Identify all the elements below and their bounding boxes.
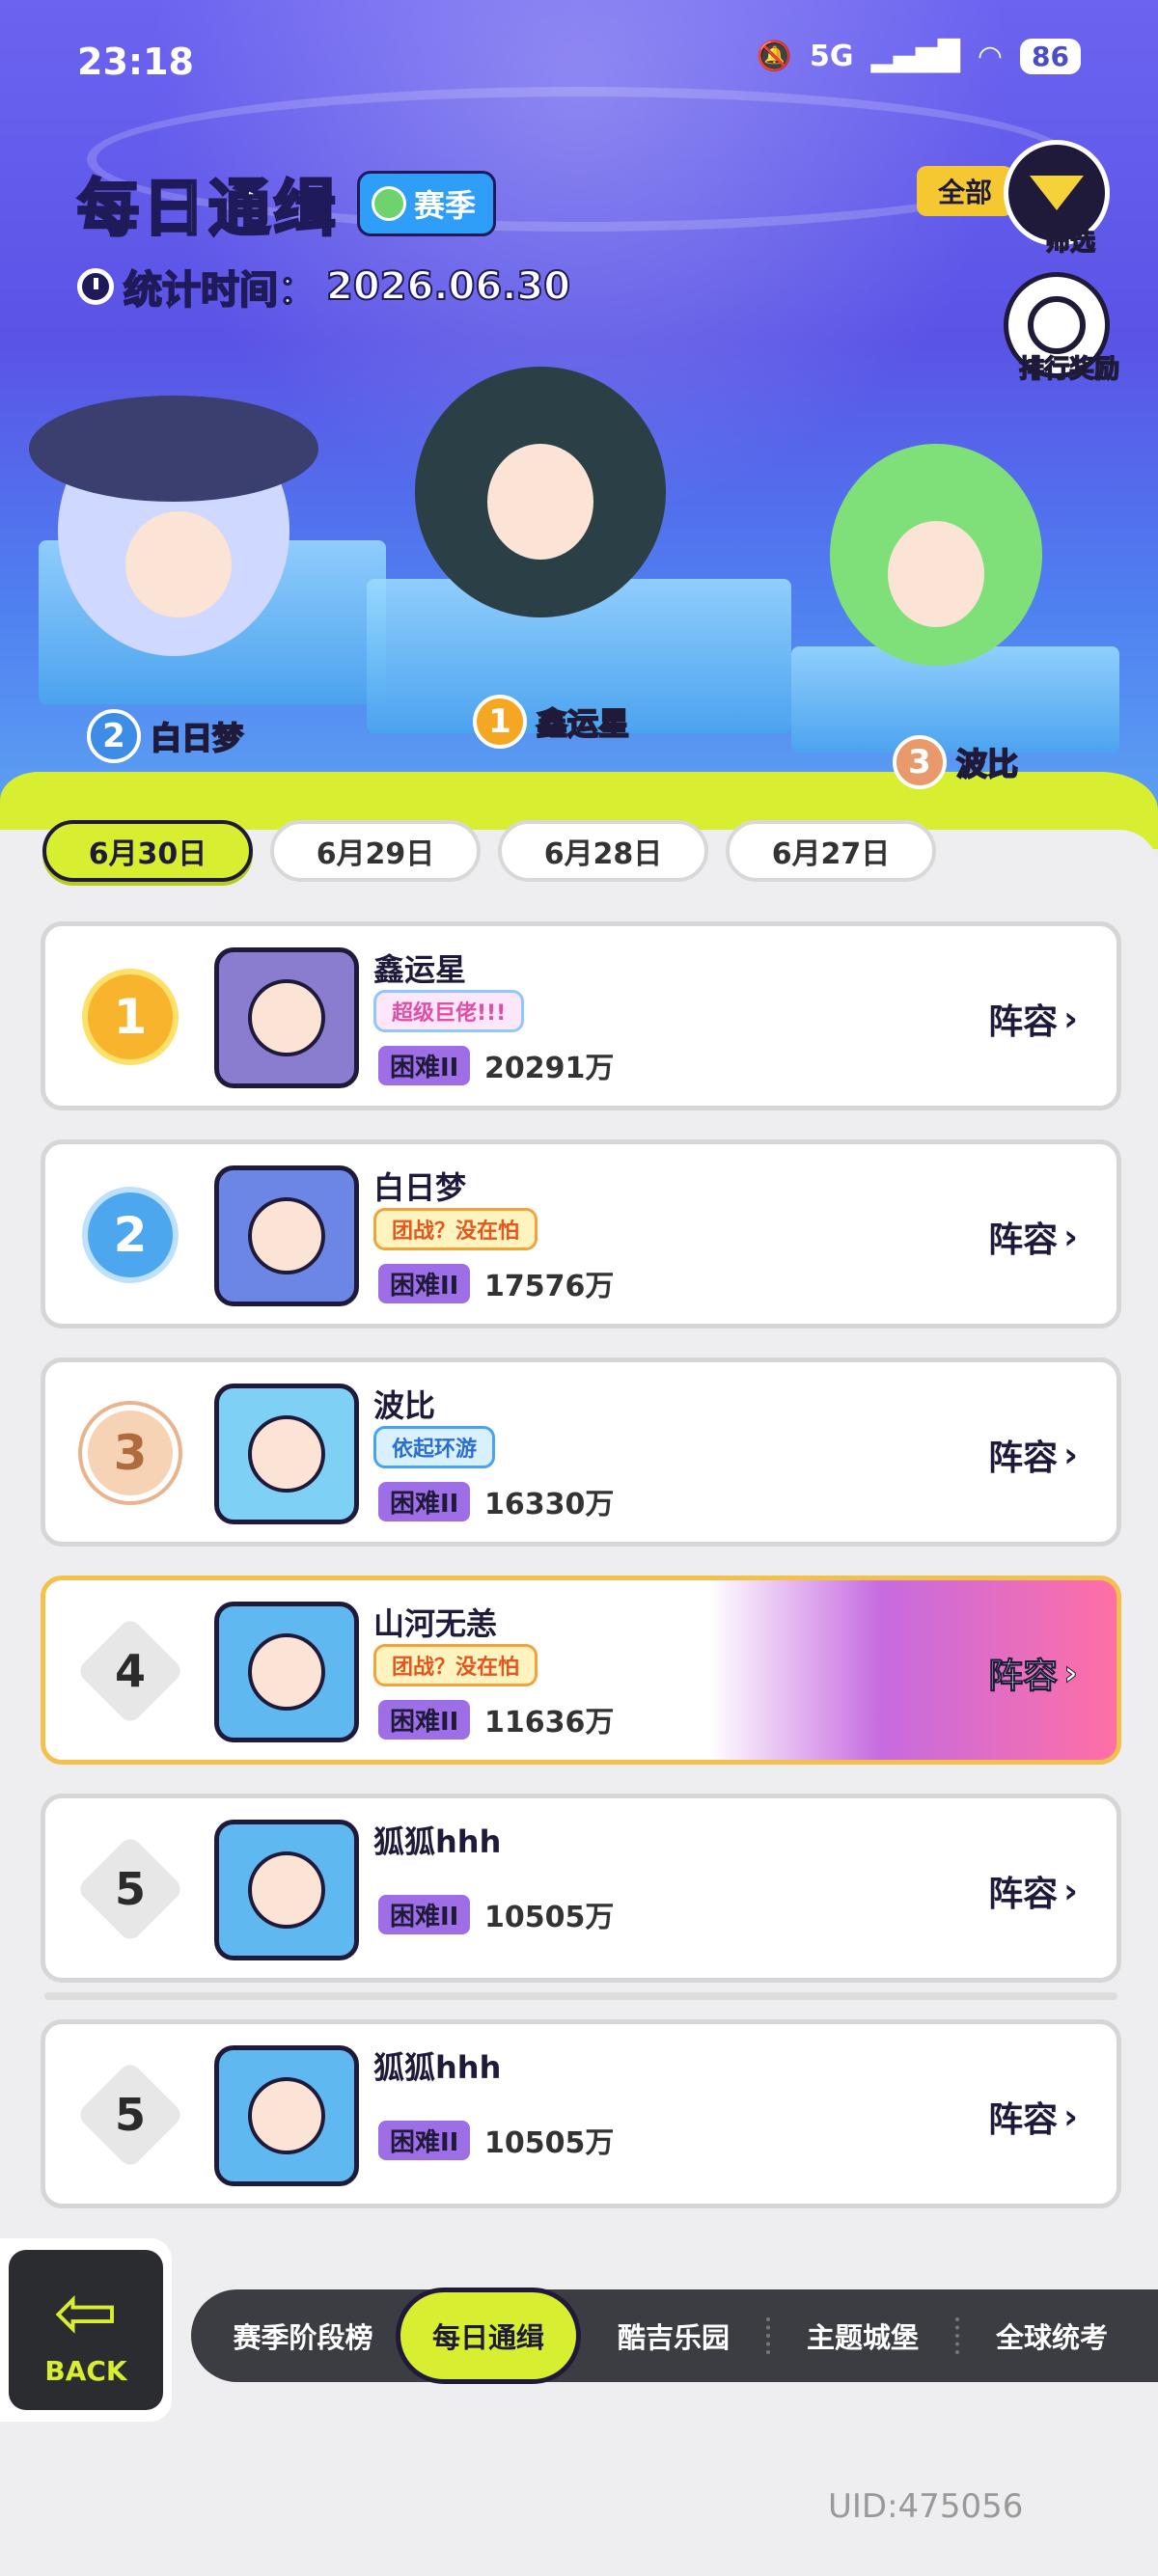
- podium-name-3: 3 波比: [893, 735, 1019, 789]
- rank-3-icon: 3: [893, 735, 947, 789]
- chevron-right-icon: ›: [1063, 1435, 1078, 1475]
- status-time: 23:18: [77, 41, 194, 83]
- mute-icon: 🔕: [756, 40, 793, 73]
- chevron-right-icon: ›: [1063, 1871, 1078, 1911]
- score-value: 10505万: [484, 2126, 615, 2160]
- user-id: UID:475056: [828, 2487, 1024, 2526]
- player-name: 鑫运星: [373, 951, 467, 988]
- rank-badge: 2: [82, 1187, 179, 1283]
- rank-badge: 1: [82, 969, 179, 1065]
- reward-icon: [1028, 296, 1086, 354]
- lineup-button[interactable]: 阵容 ›: [988, 2092, 1078, 2142]
- season-tag[interactable]: 赛季: [357, 171, 497, 236]
- bottom-nav: 赛季阶段榜 每日通缉 酷吉乐园 主题城堡 全球统考: [191, 2288, 1158, 2384]
- podium-name-1: 1 鑫运星: [473, 695, 630, 749]
- lineup-button[interactable]: 阵容 ›: [988, 1866, 1078, 1916]
- player-title-tag: 依起环游: [373, 1426, 496, 1468]
- chevron-right-icon: ›: [1063, 1217, 1078, 1257]
- podium-name-2: 2 白日梦: [87, 709, 244, 763]
- wifi-icon: ◠: [977, 40, 1004, 73]
- lineup-button[interactable]: 阵容 ›: [988, 1430, 1078, 1480]
- date-tab-2[interactable]: 6月28日: [498, 820, 708, 882]
- podium-character-1[interactable]: [415, 367, 666, 617]
- score-value: 10505万: [484, 1901, 615, 1934]
- difficulty-badge: 困难II: [378, 2121, 471, 2160]
- avatar[interactable]: [214, 1602, 359, 1742]
- nav-tab-daily-wanted[interactable]: 每日通缉: [396, 2288, 581, 2384]
- avatar[interactable]: [214, 1165, 359, 1306]
- score-value: 20291万: [484, 1052, 615, 1085]
- date-tabs: 6月30日 6月29日 6月28日 6月27日: [42, 820, 936, 882]
- nav-tab-season-stage[interactable]: 赛季阶段榜: [210, 2316, 396, 2356]
- filter-label: 筛选: [1044, 227, 1096, 258]
- avatar[interactable]: [214, 947, 359, 1088]
- chevron-right-icon: ›: [1063, 1653, 1079, 1693]
- rank-2-icon: 2: [87, 709, 141, 763]
- nav-tab-global-exam[interactable]: 全球统考: [959, 2316, 1144, 2356]
- date-tab-1[interactable]: 6月29日: [270, 820, 481, 882]
- back-arrow-icon: ⇦: [53, 2266, 119, 2357]
- funnel-icon: [1030, 176, 1084, 210]
- player-name: 波比: [373, 1387, 436, 1424]
- stat-time: 统计时间： 2026.06.30: [77, 259, 571, 315]
- back-button[interactable]: ⇦ BACK: [0, 2238, 172, 2422]
- filter-all-label[interactable]: 全部: [916, 166, 1013, 216]
- clock-icon: [77, 268, 114, 305]
- ranking-reward-label: 排行奖励: [1018, 354, 1120, 385]
- date-tab-0[interactable]: 6月30日: [42, 820, 253, 882]
- podium-character-2[interactable]: [29, 396, 318, 656]
- page-header: 每日通缉 赛季: [76, 159, 497, 248]
- ranking-list: 1 鑫运星 超级巨佬!!! 困难II 20291万 阵容 › 2 白日梦 团战？没…: [41, 921, 1121, 2237]
- network-label: 5G: [810, 40, 854, 73]
- date-tab-3[interactable]: 6月27日: [726, 820, 936, 882]
- rank-1-icon: 1: [473, 695, 527, 749]
- ranking-row[interactable]: 2 白日梦 团战？没在怕 困难II 17576万 阵容 ›: [41, 1139, 1121, 1329]
- ranking-row-self[interactable]: 4 山河无恙 团战？没在怕 困难II 11636万 阵容 ›: [41, 1576, 1121, 1765]
- difficulty-badge: 困难II: [378, 1046, 471, 1085]
- lineup-button[interactable]: 阵容 ›: [988, 994, 1078, 1044]
- rank-badge: 4: [75, 1616, 185, 1726]
- list-divider: [44, 1992, 1117, 2000]
- rank-badge: 5: [75, 2060, 185, 2170]
- player-name: 狐狐hhh: [373, 2049, 502, 2086]
- page-title: 每日通缉: [76, 173, 340, 247]
- lineup-button[interactable]: 阵容 ›: [988, 1648, 1079, 1698]
- signal-icon: ▂▄▆█: [870, 40, 960, 73]
- ranking-row-pinned[interactable]: 5 狐狐hhh 困难II 10505万 阵容 ›: [41, 2019, 1121, 2208]
- player-title-tag: 团战？没在怕: [373, 1208, 538, 1250]
- difficulty-badge: 困难II: [378, 1895, 471, 1934]
- rank-badge: 5: [75, 1834, 185, 1944]
- rank-badge: 3: [82, 1405, 179, 1501]
- status-bar: 23:18 🔕 5G ▂▄▆█ ◠ 86: [0, 0, 1158, 125]
- chevron-right-icon: ›: [1063, 999, 1078, 1039]
- score-value: 16330万: [484, 1488, 615, 1521]
- lineup-button[interactable]: 阵容 ›: [988, 1212, 1078, 1262]
- ranking-row[interactable]: 1 鑫运星 超级巨佬!!! 困难II 20291万 阵容 ›: [41, 921, 1121, 1110]
- player-name: 狐狐hhh: [373, 1823, 502, 1860]
- difficulty-badge: 困难II: [378, 1700, 471, 1740]
- score-value: 11636万: [484, 1706, 615, 1740]
- difficulty-badge: 困难II: [378, 1482, 471, 1521]
- battery-indicator: 86: [1020, 39, 1081, 74]
- score-value: 17576万: [484, 1270, 615, 1303]
- podium-character-3[interactable]: [830, 444, 1042, 666]
- hero-banner: 2 白日梦 1 鑫运星 3 波比: [0, 0, 1158, 849]
- avatar[interactable]: [214, 1820, 359, 1960]
- globe-icon: [372, 186, 406, 221]
- ranking-row[interactable]: 3 波比 依起环游 困难II 16330万 阵容 ›: [41, 1357, 1121, 1547]
- chevron-right-icon: ›: [1063, 2096, 1078, 2137]
- nav-tab-theme-castle[interactable]: 主题城堡: [770, 2316, 955, 2356]
- player-title-tag: 团战？没在怕: [373, 1644, 538, 1686]
- ranking-row[interactable]: 5 狐狐hhh 困难II 10505万 阵容 ›: [41, 1794, 1121, 1983]
- player-title-tag: 超级巨佬!!!: [373, 990, 525, 1032]
- status-icons: 🔕 5G ▂▄▆█ ◠ 86: [757, 39, 1081, 74]
- nav-tab-kuji-park[interactable]: 酷吉乐园: [581, 2316, 766, 2356]
- player-name: 白日梦: [373, 1169, 467, 1206]
- avatar[interactable]: [214, 2045, 359, 2186]
- difficulty-badge: 困难II: [378, 1264, 471, 1303]
- avatar[interactable]: [214, 1384, 359, 1524]
- player-name: 山河无恙: [373, 1605, 498, 1642]
